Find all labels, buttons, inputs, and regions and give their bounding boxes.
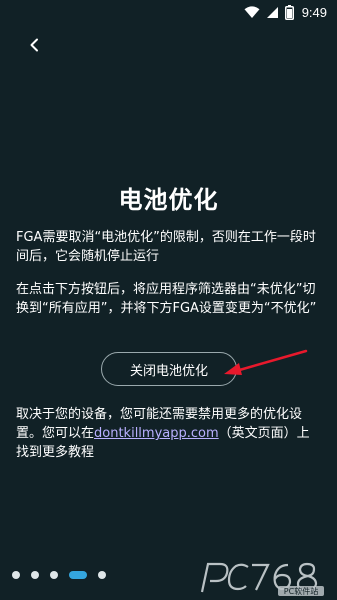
description-paragraph-1: FGA需要取消“电池优化”的限制，否则在工作一段时间后，它会随机停止运行 [16, 230, 316, 264]
svg-text:PC软件站: PC软件站 [284, 586, 318, 596]
page-dot[interactable] [31, 571, 39, 579]
status-bar: 9:49 [0, 0, 337, 24]
battery-icon [284, 4, 294, 20]
page-dot[interactable] [50, 571, 58, 579]
description-paragraph-2: 在点击下方按钮后，将应用程序筛选器由“未优化”切换到“所有应用”，并将下方FGA… [16, 282, 317, 316]
page-title: 电池优化 [118, 186, 219, 214]
wifi-icon [244, 5, 260, 19]
description-paragraph-3: 取决于您的设备，您可能还需要禁用更多的优化设置。您可以在dontkillmyap… [16, 405, 322, 462]
dontkillmyapp-link[interactable]: dontkillmyapp.com [94, 426, 219, 441]
status-time: 9:49 [301, 4, 327, 20]
page-indicator [12, 571, 106, 579]
disable-battery-optimization-button[interactable]: 关闭电池优化 [101, 352, 237, 386]
annotation-arrow [224, 349, 308, 375]
page-dot-active[interactable] [69, 571, 87, 579]
chevron-left-icon [29, 37, 39, 56]
pc768-watermark-logo: PC软件站 [200, 562, 324, 596]
cellular-signal-icon [266, 6, 279, 19]
back-button[interactable] [22, 34, 46, 58]
page-dot[interactable] [98, 571, 106, 579]
page-dot[interactable] [12, 571, 20, 579]
